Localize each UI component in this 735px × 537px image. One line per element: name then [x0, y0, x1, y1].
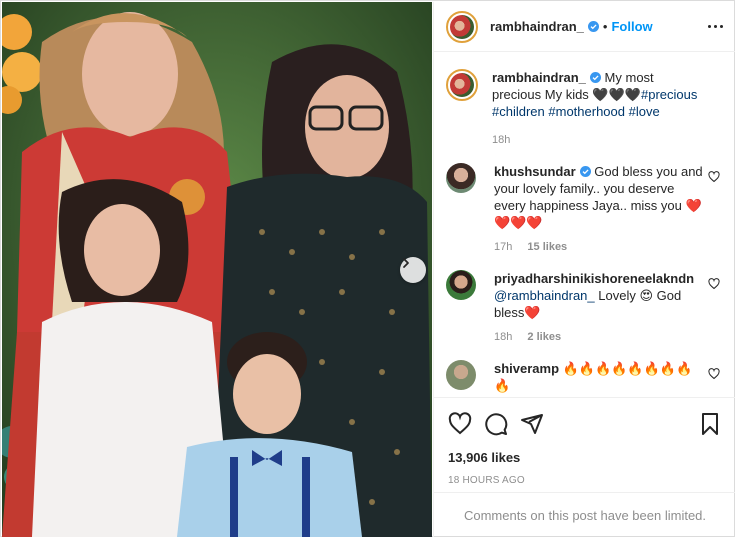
comment-row: khushsundar God bless you and your lovel…	[446, 163, 724, 256]
share-send-icon[interactable]	[520, 412, 544, 436]
hashtag-precious[interactable]: #precious	[641, 87, 697, 102]
caption-meta: 18h	[492, 132, 702, 149]
verified-badge-icon	[579, 166, 591, 177]
commenter-avatar[interactable]	[446, 163, 476, 193]
post-photo[interactable]	[2, 2, 432, 537]
likes-count[interactable]: 13,906 likes	[448, 450, 722, 465]
post-header: rambhaindran_ • Follow	[434, 2, 735, 52]
commenter-avatar[interactable]	[446, 360, 476, 390]
comments-list: rambhaindran_ My most precious My kids 🖤…	[434, 53, 735, 397]
verified-badge-icon	[589, 72, 601, 83]
like-comment-icon[interactable]	[708, 368, 720, 380]
caption-body: rambhaindran_ My most precious My kids 🖤…	[492, 69, 702, 149]
like-comment-icon[interactable]	[708, 278, 720, 290]
comments-limited-notice: Comments on this post have been limited.	[434, 492, 735, 537]
next-photo-button[interactable]	[400, 257, 426, 283]
save-bookmark-icon[interactable]	[698, 412, 722, 436]
comment-likes[interactable]: 2 likes	[527, 331, 561, 343]
like-heart-icon[interactable]	[448, 412, 472, 436]
comment-body: priyadharshinikishoreneelakndn @rambhain…	[494, 270, 704, 346]
comment-time[interactable]: 18h	[494, 331, 512, 343]
post-timestamp[interactable]: 18 HOURS AGO	[448, 475, 722, 486]
author-username[interactable]: rambhaindran_	[490, 19, 584, 34]
post-actions: 13,906 likes 18 HOURS AGO	[434, 397, 735, 486]
comment-body: shiveramp 🔥🔥🔥🔥🔥🔥🔥🔥🔥	[494, 360, 704, 394]
comment-emoji: ❤️	[524, 305, 541, 320]
caption-avatar[interactable]	[446, 69, 478, 101]
caption-hearts: 🖤🖤🖤	[592, 87, 641, 102]
instagram-post: rambhaindran_ • Follow rambhaindran_ My …	[0, 0, 735, 537]
comment-body: khushsundar God bless you and your lovel…	[494, 163, 704, 256]
verified-badge-icon	[587, 21, 599, 32]
caption-row: rambhaindran_ My most precious My kids 🖤…	[446, 69, 724, 149]
comment-time[interactable]: 17h	[494, 241, 512, 253]
post-side-panel: rambhaindran_ • Follow rambhaindran_ My …	[433, 2, 735, 537]
author-avatar[interactable]	[446, 10, 478, 43]
comment-row: priyadharshinikishoreneelakndn @rambhain…	[446, 270, 724, 346]
comment-mention[interactable]: @rambhaindran_	[494, 288, 595, 303]
comment-username[interactable]: shiveramp	[494, 361, 559, 376]
like-comment-icon[interactable]	[708, 171, 720, 183]
comment-row: shiveramp 🔥🔥🔥🔥🔥🔥🔥🔥🔥	[446, 360, 724, 394]
more-options-icon[interactable]	[708, 25, 723, 28]
family-photo-illustration	[2, 2, 432, 537]
comment-username[interactable]: khushsundar	[494, 164, 576, 179]
separator-dot: •	[602, 19, 608, 34]
commenter-avatar[interactable]	[446, 270, 476, 300]
chevron-right-icon	[403, 258, 409, 268]
hashtag-love[interactable]: #love	[629, 104, 660, 119]
comment-username[interactable]: priyadharshinikishoreneelakndn	[494, 271, 694, 286]
comment-bubble-icon[interactable]	[484, 412, 508, 436]
hashtag-children[interactable]: #children	[492, 104, 545, 119]
hashtag-motherhood[interactable]: #motherhood	[548, 104, 625, 119]
action-icons	[448, 404, 722, 444]
follow-button[interactable]: Follow	[611, 19, 652, 34]
comment-meta: 18h 2 likes	[494, 329, 704, 346]
caption-username[interactable]: rambhaindran_	[492, 70, 586, 85]
caption-time[interactable]: 18h	[492, 134, 510, 146]
comment-meta: 17h 15 likes	[494, 239, 704, 256]
comment-likes[interactable]: 15 likes	[527, 241, 567, 253]
